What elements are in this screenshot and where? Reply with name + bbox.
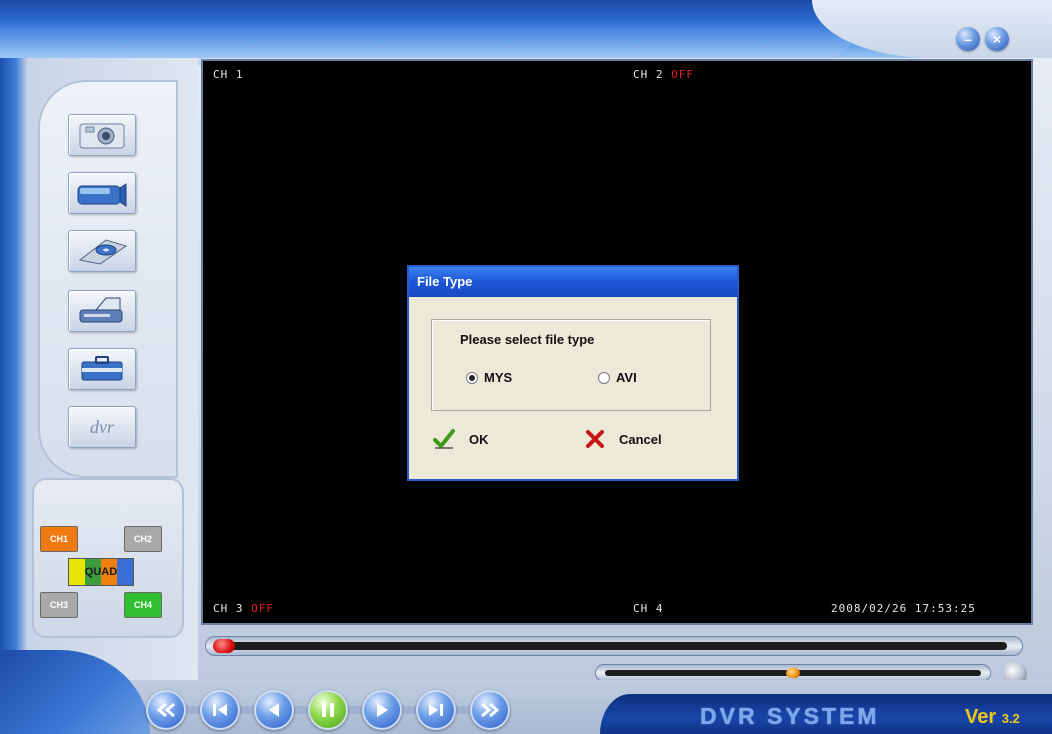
ok-button-label: OK [469, 431, 489, 447]
playback-timeline[interactable] [205, 636, 1023, 656]
channel-4-label: CH 4 [633, 602, 664, 615]
channel-1-label: CH 1 [213, 68, 244, 81]
channel-1-button[interactable]: CH1 [40, 526, 78, 552]
play-button[interactable] [362, 690, 402, 730]
channel-3-button-label: CH3 [49, 600, 68, 610]
fast-forward-icon [481, 702, 500, 718]
cancel-button[interactable]: Cancel [585, 429, 662, 449]
dialog-prompt: Please select file type [460, 332, 595, 347]
channel-1-button-label: CH1 [49, 534, 68, 544]
checkmark-icon [433, 429, 455, 449]
quad-view-button-label: QUAD [84, 566, 118, 578]
version-label: Ver 3.2 [965, 706, 1020, 729]
step-forward-icon [429, 704, 443, 716]
quad-view-button[interactable]: QUAD [68, 558, 134, 586]
title-bar: – × [0, 0, 1052, 66]
fast-rewind-icon [156, 702, 175, 718]
brand-title: DVR SYSTEM [700, 703, 880, 729]
timestamp: 2008/02/26 17:53:25 [831, 602, 976, 615]
print-button[interactable] [68, 290, 136, 332]
dvr-logo-icon: dvr [90, 416, 114, 437]
fast-rewind-button[interactable] [146, 690, 186, 730]
channel-1-name: CH 1 [213, 68, 244, 81]
skip-back-button[interactable] [200, 690, 240, 730]
playback-position-thumb[interactable] [213, 639, 235, 653]
channel-4-button[interactable]: CH4 [124, 592, 162, 618]
channel-4-name: CH 4 [633, 602, 664, 615]
channel-2-status: OFF [671, 68, 694, 81]
briefcase-icon [81, 356, 123, 381]
fast-forward-button[interactable] [470, 690, 510, 730]
camcorder-icon [77, 183, 127, 207]
pause-button[interactable] [308, 690, 348, 730]
channel-2-label: CH 2 OFF [633, 68, 694, 81]
channel-2-button-label: CH2 [133, 534, 152, 544]
cross-icon [586, 430, 604, 448]
close-button[interactable]: × [985, 27, 1009, 51]
minimize-icon: – [964, 31, 972, 47]
channel-3-name: CH 3 [213, 602, 244, 615]
ok-button[interactable]: OK [433, 429, 489, 449]
dvr-app-window: – × dvr CH1 CH2 QUAD CH3 CH4 CH 1 CH 2 O… [0, 0, 1052, 734]
backup-disc-button[interactable] [68, 230, 136, 272]
channel-4-button-label: CH4 [133, 600, 152, 610]
record-button[interactable] [68, 172, 136, 214]
minimize-button[interactable]: – [956, 27, 980, 51]
pause-icon [322, 703, 334, 717]
channel-3-status: OFF [251, 602, 274, 615]
version-number: 3.2 [1001, 711, 1020, 726]
volume-thumb[interactable] [786, 668, 800, 678]
step-back-icon [269, 703, 279, 717]
radio-mys[interactable]: MYS [466, 370, 512, 385]
file-type-dialog: File Type Please select file type MYS AV… [407, 265, 739, 481]
settings-case-button[interactable] [68, 348, 136, 390]
radio-mys-dot [466, 371, 478, 384]
radio-mys-label: MYS [484, 370, 513, 385]
skip-back-icon [213, 704, 227, 716]
radio-avi[interactable]: AVI [598, 370, 637, 385]
playback-timeline-groove [221, 642, 1007, 650]
file-type-group: Please select file type MYS AVI [431, 319, 711, 411]
channel-2-name: CH 2 [633, 68, 664, 81]
cancel-button-label: Cancel [619, 431, 662, 447]
snapshot-button[interactable] [68, 114, 136, 156]
camera-icon [79, 123, 125, 149]
dialog-title: File Type [409, 267, 737, 297]
disc-icon [78, 239, 128, 265]
title-bar-right-panel [812, 0, 1052, 58]
close-icon: × [992, 31, 1002, 47]
channel-3-button[interactable]: CH3 [40, 592, 78, 618]
channel-3-label: CH 3 OFF [213, 602, 274, 615]
radio-avi-dot [598, 371, 610, 384]
channel-2-button[interactable]: CH2 [124, 526, 162, 552]
step-back-button[interactable] [254, 690, 294, 730]
printer-icon [79, 297, 123, 323]
play-icon [377, 703, 388, 717]
dvr-info-button[interactable]: dvr [68, 406, 136, 448]
version-prefix: Ver [965, 706, 997, 728]
step-forward-button[interactable] [416, 690, 456, 730]
radio-avi-label: AVI [616, 370, 637, 385]
